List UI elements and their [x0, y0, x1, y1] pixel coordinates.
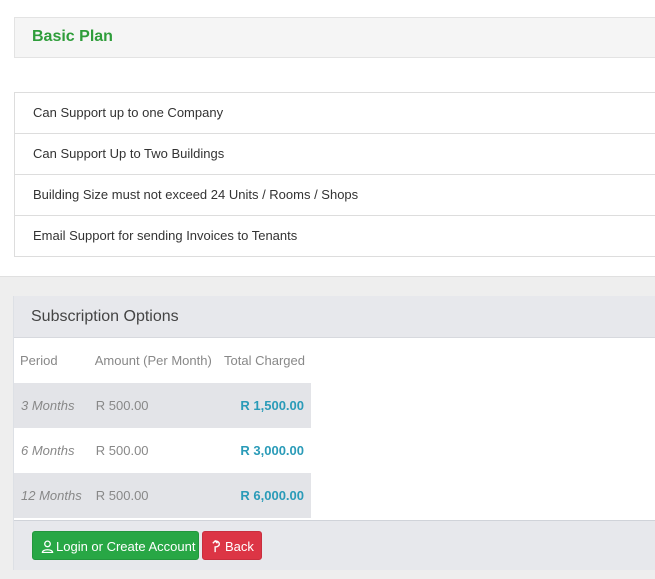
subscription-title: Subscription Options: [31, 308, 179, 325]
total-cell: R 6,000.00: [217, 473, 311, 518]
period-cell: 6 Months: [21, 443, 75, 458]
subscription-panel: Subscription Options Period Amount (Per …: [13, 296, 655, 570]
amount-cell: R 500.00: [95, 443, 149, 458]
column-header-period: Period: [20, 353, 58, 368]
period-cell: 3 Months: [14, 383, 89, 428]
back-arrow-icon: [212, 539, 220, 553]
login-or-create-account-button[interactable]: Login or Create Account: [32, 531, 199, 560]
feature-item: Can Support up to one Company: [15, 93, 655, 134]
subscription-options-table: Period Amount (Per Month) Total Charged …: [14, 338, 311, 518]
back-button[interactable]: Back: [202, 531, 262, 560]
feature-item: Building Size must not exceed 24 Units /…: [15, 175, 655, 216]
feature-item: Can Support Up to Two Buildings: [15, 134, 655, 175]
amount-cell: R 500.00: [88, 383, 218, 428]
table-row: 12 Months R 500.00 R 6,000.00: [14, 473, 311, 518]
back-button-label: Back: [225, 539, 254, 554]
total-cell: R 3,000.00: [240, 443, 304, 458]
feature-item: Email Support for sending Invoices to Te…: [33, 228, 298, 243]
amount-cell: R 500.00: [88, 473, 218, 518]
subscription-footer: Login or Create Account Back: [14, 520, 655, 570]
user-icon: [41, 540, 54, 554]
table-header-row: Period Amount (Per Month) Total Charged: [14, 338, 311, 383]
table-row: 6 Months R 500.00 R 3,000.00: [14, 428, 311, 473]
total-cell: R 1,500.00: [217, 383, 311, 428]
column-header-total: Total Charged: [224, 353, 305, 368]
login-button-label: Login or Create Account: [56, 539, 196, 554]
subscription-header: Subscription Options: [14, 296, 655, 338]
period-cell: 12 Months: [14, 473, 89, 518]
plan-title: Basic Plan: [32, 28, 113, 45]
plan-card-header: Basic Plan: [14, 17, 655, 58]
table-row: 3 Months R 500.00 R 1,500.00: [14, 383, 311, 428]
column-header-amount: Amount (Per Month): [94, 353, 212, 368]
plan-features-list: Can Support up to one Company Can Suppor…: [14, 92, 655, 257]
